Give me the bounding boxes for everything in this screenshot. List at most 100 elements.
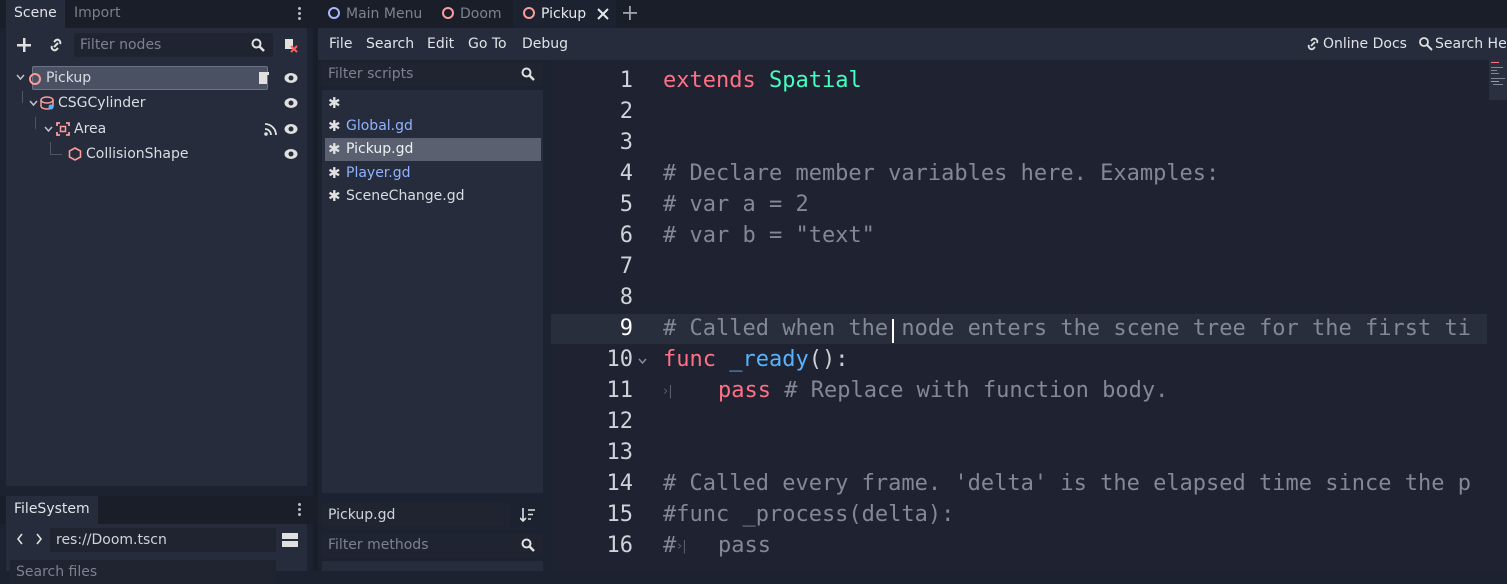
code-editor[interactable]: 1 2 3 4 5 6 7 8 9 10 11 12 13 14 15 16 e…: [551, 60, 1507, 571]
tab-import[interactable]: Import: [66, 0, 128, 28]
line-number: 9: [619, 316, 633, 341]
code-line-16-hash: #: [663, 533, 677, 558]
line-number: 15: [606, 502, 634, 527]
instance-scene-icon[interactable]: [49, 38, 63, 52]
tab-doom[interactable]: Doom: [432, 0, 512, 28]
filter-scripts-input[interactable]: [322, 62, 543, 86]
menu-edit[interactable]: Edit: [427, 36, 454, 52]
line-number: 5: [619, 192, 633, 217]
visibility-eye-icon[interactable]: [284, 96, 298, 110]
filesystem-menu-icon[interactable]: [298, 501, 302, 518]
close-icon[interactable]: [597, 8, 609, 20]
add-node-icon[interactable]: [17, 38, 31, 52]
sort-icon[interactable]: [520, 507, 536, 523]
line-number: 11: [606, 378, 634, 403]
tab-label: Pickup: [541, 6, 587, 22]
search-icon: [251, 38, 265, 52]
tree-item-area[interactable]: Area: [16, 117, 306, 141]
search-help-icon: [1419, 37, 1433, 51]
menu-debug[interactable]: Debug: [522, 36, 568, 52]
script-icon[interactable]: [256, 71, 270, 85]
online-docs-button[interactable]: Online Docs: [1323, 36, 1407, 52]
script-item-global[interactable]: ✱ Global.gd: [325, 115, 541, 138]
filesystem-path-field[interactable]: [50, 528, 276, 552]
code-line-11: pass # Replace with function body.: [718, 378, 1168, 403]
tab-label: Doom: [460, 6, 502, 22]
line-number: 12: [606, 409, 634, 434]
filter-methods-input[interactable]: [322, 533, 543, 557]
tab-indent-icon: ›|: [677, 539, 687, 554]
visibility-eye-icon[interactable]: [284, 147, 298, 161]
gear-icon: ✱: [328, 117, 341, 135]
fold-chevron-icon[interactable]: [638, 358, 647, 364]
scene-tabs-bar: Main Menu Doom Pickup: [318, 0, 1507, 28]
code-token: # Replace with function body.: [784, 378, 1169, 403]
attach-script-icon[interactable]: [282, 37, 298, 53]
filesystem-path-input[interactable]: [50, 528, 276, 552]
scene-dock-menu-icon[interactable]: [298, 5, 302, 22]
visibility-eye-icon[interactable]: [284, 122, 298, 136]
code-line-1: extends Spatial: [663, 68, 862, 93]
script-item-pickup[interactable]: ✱ Pickup.gd: [325, 138, 541, 161]
link-icon: [1307, 37, 1319, 51]
tree-item-label: Pickup: [46, 70, 92, 86]
script-item-unnamed[interactable]: ✱: [325, 92, 541, 115]
tab-scene[interactable]: Scene: [6, 0, 65, 28]
scene-root-icon: [523, 7, 535, 19]
search-help-button[interactable]: Search Help: [1435, 36, 1507, 52]
spatial-node-icon: [29, 73, 41, 85]
filter-nodes-input[interactable]: [74, 33, 273, 57]
search-files-field[interactable]: [10, 560, 276, 584]
scene-root-icon: [328, 7, 340, 19]
scene-dock-tabbar: Scene Import: [0, 0, 313, 28]
chevron-down-icon[interactable]: [29, 100, 38, 106]
menu-goto[interactable]: Go To: [468, 36, 507, 52]
script-item-label: Player.gd: [346, 165, 411, 181]
tree-item-csgcylinder[interactable]: CSGCylinder: [16, 91, 306, 115]
script-item-scenechange[interactable]: ✱ SceneChange.gd: [325, 185, 541, 208]
forward-arrow-icon[interactable]: [35, 533, 43, 545]
signal-icon[interactable]: [264, 123, 277, 136]
search-files-input[interactable]: [10, 560, 276, 584]
tab-label: Main Menu: [346, 6, 423, 22]
script-item-player[interactable]: ✱ Player.gd: [325, 162, 541, 185]
line-number: 8: [619, 285, 633, 310]
line-number: 2: [619, 99, 633, 124]
code-token: _ready: [729, 347, 809, 372]
script-item-label: Global.gd: [346, 118, 413, 134]
tree-item-label: CollisionShape: [86, 146, 189, 162]
tab-main-menu[interactable]: Main Menu: [318, 0, 432, 28]
chevron-down-icon[interactable]: [16, 74, 25, 80]
filter-methods-field[interactable]: [322, 533, 543, 557]
code-line-9: # Called when the node enters the scene …: [663, 316, 1471, 341]
minimap[interactable]: [1489, 60, 1507, 100]
code-line-5: # var a = 2: [663, 192, 809, 217]
menu-search[interactable]: Search: [366, 36, 414, 52]
search-icon: [521, 538, 535, 552]
new-tab-plus-icon[interactable]: [623, 6, 637, 20]
code-line-10: func _ready():: [663, 347, 848, 372]
line-number: 14: [606, 471, 634, 496]
line-number: 4: [619, 161, 633, 186]
tab-indent-icon: ›|: [663, 384, 673, 399]
line-number: 6: [619, 223, 633, 248]
tab-pickup[interactable]: Pickup: [513, 0, 617, 28]
chevron-down-icon[interactable]: [44, 126, 53, 132]
code-line-4: # Declare member variables here. Example…: [663, 161, 1220, 186]
tree-item-pickup[interactable]: Pickup: [16, 66, 306, 90]
filter-nodes-field[interactable]: [74, 33, 273, 57]
tree-item-collisionshape[interactable]: CollisionShape: [16, 142, 306, 166]
line-number: 13: [606, 440, 634, 465]
tab-filesystem[interactable]: FileSystem: [6, 496, 98, 524]
filter-scripts-field[interactable]: [322, 62, 543, 86]
current-script-field: [322, 503, 510, 527]
back-arrow-icon[interactable]: [16, 533, 24, 545]
split-view-icon[interactable]: [282, 533, 298, 547]
menu-file[interactable]: File: [329, 36, 352, 52]
left-dock: Scene Import Pickup: [0, 0, 313, 584]
visibility-eye-icon[interactable]: [284, 71, 298, 85]
code-token: extends: [663, 68, 756, 93]
gear-icon: ✱: [328, 94, 341, 112]
text-caret: [892, 319, 894, 343]
line-number: 10: [606, 347, 634, 372]
